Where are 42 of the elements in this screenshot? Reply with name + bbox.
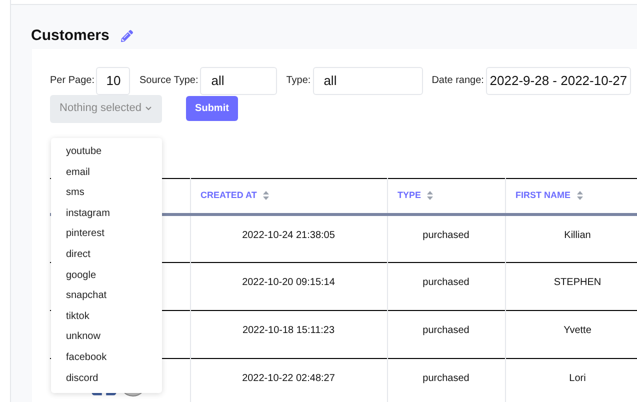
table-cell: purchased bbox=[422, 230, 470, 240]
dropdown-item[interactable]: unknow bbox=[51, 327, 162, 348]
filter-label: Source Type: bbox=[139, 74, 198, 88]
table-cell: Yvette bbox=[564, 324, 592, 336]
page-title: Customers bbox=[31, 26, 110, 46]
filter-label: Per Page: bbox=[50, 74, 94, 88]
table-cell: STEPHEN bbox=[554, 276, 602, 288]
filter-field[interactable]: all bbox=[312, 66, 423, 94]
table-cell: 2022-10-20 09:15:14 bbox=[242, 276, 335, 288]
sort-icon bbox=[576, 191, 582, 200]
sort-icon bbox=[427, 191, 434, 200]
dropdown-item[interactable]: pinterest bbox=[51, 224, 162, 245]
chevron-down-icon bbox=[145, 106, 152, 111]
column-header[interactable]: FIRST NAME bbox=[516, 189, 582, 202]
dropdown-item[interactable]: youtube bbox=[51, 142, 162, 163]
edit-icon[interactable] bbox=[121, 30, 134, 42]
table-cell: 2022-10-18 15:11:23 bbox=[242, 324, 335, 336]
filter-field[interactable]: 10 bbox=[96, 66, 130, 94]
table-cell: 2022-10-24 21:38:05 bbox=[242, 230, 335, 240]
table-cell: Killian bbox=[564, 230, 591, 240]
dropdown-item[interactable]: sms bbox=[51, 183, 162, 204]
dropdown-item[interactable]: facebook bbox=[51, 348, 162, 369]
table-cell: purchased bbox=[422, 276, 470, 288]
column-header[interactable]: TYPE bbox=[398, 189, 434, 202]
submit-button[interactable]: Submit bbox=[186, 96, 238, 121]
dropdown-item[interactable]: snapchat bbox=[51, 286, 162, 307]
dropdown-item[interactable]: discord bbox=[51, 368, 162, 390]
filter-label: Type: bbox=[286, 74, 311, 88]
sort-icon bbox=[262, 191, 269, 200]
filter-field[interactable]: all bbox=[200, 66, 278, 94]
filter-label: Date range: bbox=[432, 74, 484, 88]
dropdown-item[interactable]: direct bbox=[51, 244, 162, 266]
dropdown-item[interactable]: email bbox=[51, 162, 162, 184]
dropdown-item[interactable]: instagram bbox=[51, 204, 162, 224]
filter-field[interactable]: 2022-9-28 - 2022-10-27 bbox=[486, 66, 631, 94]
dropdown-item[interactable]: tiktok bbox=[51, 306, 162, 328]
table-cell: purchased bbox=[422, 372, 470, 384]
column-header[interactable]: CREATED AT bbox=[200, 189, 269, 202]
table-cell: 2022-10-22 02:48:27 bbox=[242, 372, 335, 384]
table-cell: Lori bbox=[569, 372, 586, 384]
table-cell: purchased bbox=[422, 324, 470, 336]
dropdown-item[interactable]: google bbox=[51, 266, 162, 286]
